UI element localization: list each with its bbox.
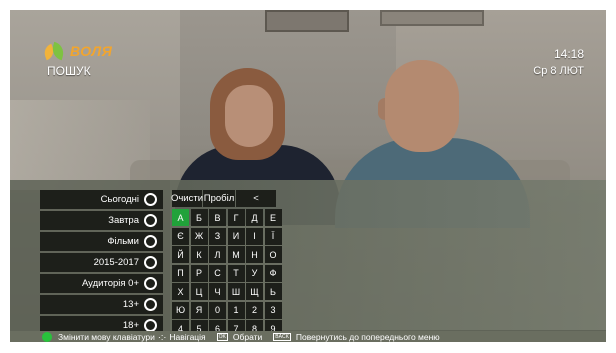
clear-button[interactable]: Очисти bbox=[171, 190, 203, 207]
radio-icon bbox=[144, 255, 157, 269]
select-hint: Обрати bbox=[232, 331, 263, 342]
key-18[interactable]: П bbox=[172, 264, 189, 282]
backspace-button[interactable]: < bbox=[236, 190, 276, 207]
key-26[interactable]: Ч bbox=[209, 283, 226, 300]
key-29[interactable]: Ь bbox=[264, 283, 282, 300]
filter-label: Завтра bbox=[108, 214, 139, 226]
on-screen-keyboard: Очисти Пробіл < АБВГДЕ ЄЖЗИІЇ ЙКЛМНО ПРСТУФ… bbox=[171, 190, 282, 337]
dpad-navigation-icon: ·:· bbox=[157, 331, 167, 342]
page-title: ПОШУК bbox=[47, 64, 91, 78]
filter-tomorrow[interactable]: Завтра bbox=[40, 211, 163, 230]
filter-label: 18+ bbox=[122, 319, 139, 331]
logo-text: ВОЛЯ bbox=[70, 43, 113, 59]
key-23[interactable]: Ф bbox=[264, 264, 282, 282]
key-7[interactable]: Ж bbox=[190, 227, 208, 245]
key-8[interactable]: З bbox=[209, 227, 226, 245]
date: Ср 8 ЛЮТ bbox=[533, 65, 584, 77]
radio-icon bbox=[144, 297, 157, 311]
key-35[interactable]: 3 bbox=[264, 301, 282, 319]
key-0[interactable]: А bbox=[172, 209, 189, 226]
radio-icon bbox=[144, 276, 157, 290]
key-4[interactable]: Д bbox=[246, 209, 263, 226]
navigation-hint: Навігація bbox=[169, 331, 206, 342]
key-25[interactable]: Ц bbox=[190, 283, 208, 300]
key-31[interactable]: Я bbox=[190, 301, 208, 319]
green-button-icon bbox=[42, 331, 52, 342]
key-10[interactable]: І bbox=[246, 227, 263, 245]
hint-bar: Змінити мову клавіатури ·:· Навігація OK… bbox=[10, 331, 606, 342]
key-17[interactable]: О bbox=[264, 246, 282, 263]
leaf-logo-icon bbox=[41, 41, 66, 61]
key-34[interactable]: 2 bbox=[246, 301, 263, 319]
filter-label: Фільми bbox=[107, 235, 139, 247]
filter-13[interactable]: 13+ bbox=[40, 295, 163, 314]
key-14[interactable]: Л bbox=[209, 246, 226, 263]
filter-movies[interactable]: Фільми bbox=[40, 232, 163, 251]
key-3[interactable]: Г bbox=[227, 209, 245, 226]
key-grid: АБВГДЕЄЖЗИІЇЙКЛМНОПРСТУФХЦЧШЩЬЮЯ01234567… bbox=[172, 209, 282, 337]
space-button[interactable]: Пробіл bbox=[203, 190, 235, 207]
back-menu-hint: Повернутись до попереднього меню bbox=[295, 331, 440, 342]
filter-today[interactable]: Сьогодні bbox=[40, 190, 163, 209]
clock: 14:18 bbox=[553, 47, 584, 61]
filter-label: Аудиторія 0+ bbox=[81, 277, 139, 289]
filter-label: 13+ bbox=[122, 298, 139, 310]
key-22[interactable]: У bbox=[246, 264, 263, 282]
filter-label: 2015-2017 bbox=[93, 256, 139, 268]
radio-icon bbox=[144, 213, 157, 227]
key-20[interactable]: С bbox=[209, 264, 226, 282]
filter-audience-0[interactable]: Аудиторія 0+ bbox=[40, 274, 163, 293]
key-27[interactable]: Ш bbox=[227, 283, 245, 300]
ok-button-icon: OK bbox=[216, 332, 228, 341]
key-21[interactable]: Т bbox=[227, 264, 245, 282]
key-15[interactable]: М bbox=[227, 246, 245, 263]
key-16[interactable]: Н bbox=[246, 246, 263, 263]
filter-list: Сьогодні Завтра Фільми 2015-2017 Аудитор… bbox=[40, 190, 163, 337]
key-11[interactable]: Ї bbox=[264, 227, 282, 245]
key-24[interactable]: Х bbox=[172, 283, 189, 300]
back-button-icon: BACK bbox=[273, 332, 291, 341]
key-30[interactable]: Ю bbox=[172, 301, 189, 319]
brand-logo: ВОЛЯ bbox=[41, 41, 113, 61]
key-1[interactable]: Б bbox=[190, 209, 208, 226]
tv-screen: ВОЛЯ ПОШУК 14:18 Ср 8 ЛЮТ Сьогодні Завтр… bbox=[10, 10, 606, 342]
key-28[interactable]: Щ bbox=[246, 283, 263, 300]
filter-years[interactable]: 2015-2017 bbox=[40, 253, 163, 272]
key-6[interactable]: Є bbox=[172, 227, 189, 245]
key-13[interactable]: К bbox=[190, 246, 208, 263]
key-9[interactable]: И bbox=[227, 227, 245, 245]
key-12[interactable]: Й bbox=[172, 246, 189, 263]
key-19[interactable]: Р bbox=[190, 264, 208, 282]
filter-label: Сьогодні bbox=[100, 193, 139, 205]
key-33[interactable]: 1 bbox=[227, 301, 245, 319]
key-5[interactable]: Е bbox=[264, 209, 282, 226]
key-32[interactable]: 0 bbox=[209, 301, 226, 319]
radio-icon bbox=[144, 318, 157, 332]
key-2[interactable]: В bbox=[209, 209, 226, 226]
radio-icon bbox=[144, 234, 157, 248]
radio-icon bbox=[144, 192, 157, 206]
change-language-hint: Змінити мову клавіатури bbox=[58, 331, 155, 342]
